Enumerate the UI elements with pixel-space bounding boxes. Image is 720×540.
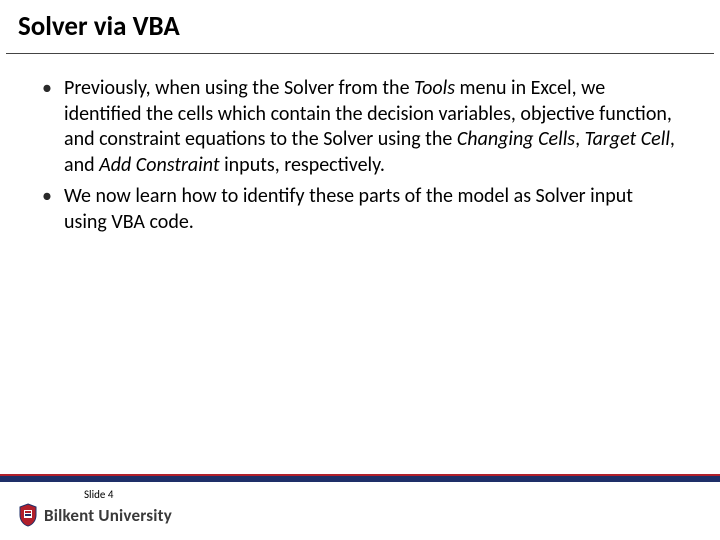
italic-text: Target Cell [585, 127, 670, 151]
italic-text: Tools [414, 76, 455, 100]
bullet-text: , [575, 127, 585, 151]
slide-footer: Slide 4 Bilkent University [0, 482, 720, 540]
bullet-list: Previously, when using the Solver from t… [42, 76, 678, 236]
slide: Solver via VBA Previously, when using th… [0, 0, 720, 540]
bullet-text: Previously, when using the Solver from t… [64, 76, 414, 100]
bullet-text: inputs, respectively. [220, 153, 385, 177]
university-crest-icon [18, 503, 38, 527]
bullet-text: We now learn how to identify these parts… [64, 184, 633, 234]
italic-text: Changing Cells [457, 127, 575, 151]
footer-accent-bar [0, 474, 720, 482]
slide-header: Solver via VBA [0, 0, 720, 49]
university-branding: Bilkent University [18, 503, 708, 527]
italic-text: Add Constraint [99, 153, 219, 177]
bullet-item: We now learn how to identify these parts… [42, 184, 678, 235]
slide-body: Previously, when using the Solver from t… [0, 54, 720, 474]
slide-number: Slide 4 [84, 488, 708, 501]
bullet-item: Previously, when using the Solver from t… [42, 76, 678, 178]
slide-title: Solver via VBA [18, 10, 702, 43]
university-name: Bilkent University [44, 505, 172, 526]
